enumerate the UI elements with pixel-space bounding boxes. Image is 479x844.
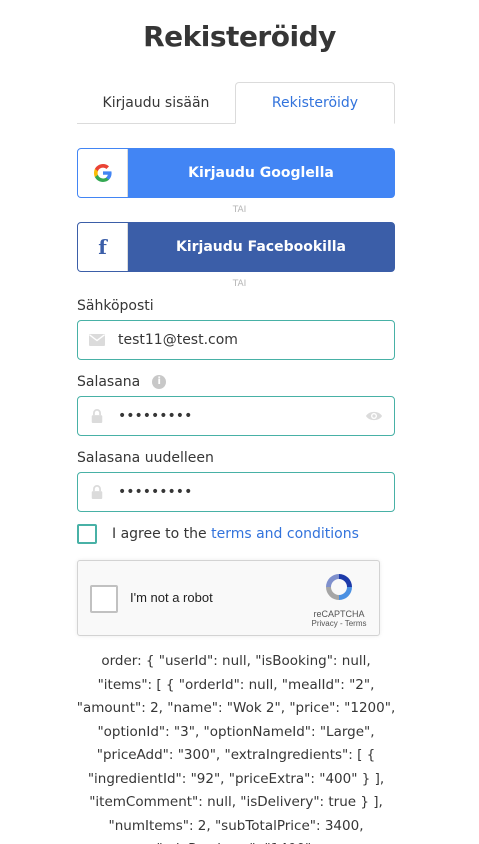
google-login-button[interactable]: Kirjaudu Googlella <box>77 148 395 198</box>
recaptcha-privacy-link[interactable]: Privacy <box>312 619 338 628</box>
facebook-login-label: Kirjaudu Facebookilla <box>175 239 347 255</box>
password-repeat-field[interactable] <box>118 473 358 511</box>
recaptcha-checkbox[interactable] <box>90 585 118 613</box>
page-title: Rekisteröidy <box>143 20 336 53</box>
envelope-icon <box>89 334 105 346</box>
recaptcha-icon <box>326 574 352 600</box>
terms-link[interactable]: terms and conditions <box>211 526 359 542</box>
info-icon[interactable]: i <box>152 375 167 389</box>
order-debug-output: order: { "userId": null, "isBooking": nu… <box>76 653 396 844</box>
recaptcha-widget: I'm not a robot reCAPTCHA Privacy - Term… <box>77 560 380 636</box>
email-field[interactable] <box>118 321 358 359</box>
separator-or: TAI <box>232 205 247 215</box>
recaptcha-links: Privacy - Terms <box>311 619 367 628</box>
lock-icon <box>91 485 103 499</box>
separator-or: TAI <box>232 279 247 289</box>
tab-register[interactable]: Rekisteröidy <box>235 82 395 124</box>
recaptcha-terms-link[interactable]: Terms <box>345 619 367 628</box>
facebook-login-button[interactable]: f Kirjaudu Facebookilla <box>77 222 395 272</box>
terms-prefix: I agree to the <box>112 526 207 542</box>
password-field-wrapper <box>77 396 395 436</box>
email-field-wrapper <box>77 320 395 360</box>
recaptcha-logo: reCAPTCHA Privacy - Terms <box>309 571 369 628</box>
password-repeat-field-wrapper <box>77 472 395 512</box>
lock-icon <box>91 409 103 423</box>
email-label: Sähköposti <box>77 298 154 314</box>
password-field[interactable] <box>118 397 358 435</box>
tab-login[interactable]: Kirjaudu sisään <box>77 82 235 124</box>
facebook-icon: f <box>78 223 128 271</box>
recaptcha-label: I'm not a robot <box>130 590 213 605</box>
google-icon <box>78 149 128 197</box>
password-label: Salasana i <box>77 374 167 390</box>
google-login-label: Kirjaudu Googlella <box>188 165 334 181</box>
eye-icon[interactable] <box>365 409 383 423</box>
recaptcha-brand: reCAPTCHA <box>313 609 365 619</box>
password-repeat-label: Salasana uudelleen <box>77 450 214 466</box>
terms-agreement: I agree to the terms and conditions <box>77 524 359 544</box>
auth-tabs: Kirjaudu sisään Rekisteröidy <box>77 82 395 124</box>
terms-checkbox[interactable] <box>77 524 97 544</box>
